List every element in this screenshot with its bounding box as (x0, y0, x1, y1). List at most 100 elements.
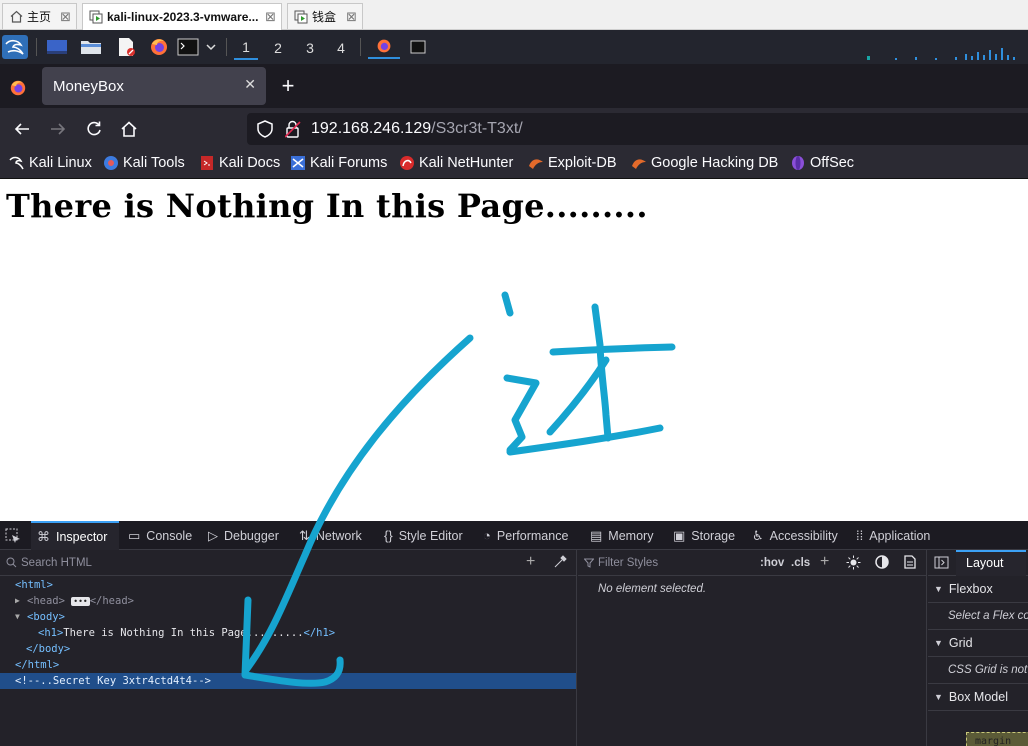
tab-style-editor[interactable]: {} Style Editor (384, 521, 463, 550)
collapse-arrow-icon: ▼ (934, 584, 943, 594)
eyedropper-icon[interactable] (554, 555, 567, 571)
tab-storage[interactable]: ▣ Storage (673, 521, 735, 550)
show-desktop-icon[interactable] (45, 35, 69, 59)
tab-performance[interactable]: ◔ Performance (483, 521, 568, 550)
nethunter-icon (399, 155, 415, 171)
collapse-arrow-icon[interactable]: ▼ (15, 609, 20, 625)
bookmark-label: Kali Linux (29, 155, 92, 171)
tab-console[interactable]: ▭ Console (128, 521, 192, 550)
node-comment-selected[interactable]: <!--..Secret Key 3xtr4ctd4t4--> (0, 673, 576, 689)
firefox-launcher-icon[interactable] (147, 35, 171, 59)
vm-tab-moneybox[interactable]: 钱盒 ⊠ (287, 3, 363, 29)
html-tree: <html> ▶ <head> ••• </head> ▼ <body> <h1>… (0, 576, 576, 689)
bookmark-kali-forums[interactable]: Kali Forums (290, 155, 387, 171)
filter-styles-input[interactable]: Filter Styles (598, 557, 658, 569)
cls-toggle[interactable]: .cls (791, 557, 810, 569)
vm-tab-kali[interactable]: kali-linux-2023.3-vmware... ⊠ (82, 3, 282, 30)
tab-debugger[interactable]: ▷ Debugger (208, 521, 279, 550)
hov-toggle[interactable]: :hov (760, 557, 784, 569)
kali-docs-icon (199, 155, 215, 171)
close-icon[interactable]: ⊠ (265, 9, 276, 25)
tab-layout[interactable]: Layout (956, 550, 1026, 576)
reload-icon[interactable] (83, 118, 105, 140)
element-picker-icon[interactable] (5, 521, 21, 550)
bookmark-ghdb[interactable]: Google Hacking DB (631, 155, 778, 171)
browser-tab-moneybox[interactable]: MoneyBox ✕ (42, 67, 266, 105)
tab-network[interactable]: ⇅ Network (299, 521, 362, 550)
tab-memory[interactable]: ▤ Memory (590, 521, 653, 550)
workspace-2[interactable]: 2 (266, 36, 290, 60)
expand-arrow-icon[interactable]: ▶ (15, 593, 20, 609)
node-head[interactable]: ▶ <head> ••• </head> (0, 593, 576, 609)
style-editor-icon: {} (384, 528, 393, 543)
workspace-3[interactable]: 3 (298, 36, 322, 60)
add-rule-icon[interactable]: + (820, 553, 829, 571)
bookmark-exploit-db[interactable]: Exploit-DB (528, 155, 617, 171)
bookmarks-toolbar: Kali Linux Kali Tools Kali Docs Kali For… (0, 150, 1028, 179)
vm-tab-label: kali-linux-2023.3-vmware... (107, 10, 259, 24)
flexbox-section-header[interactable]: ▼ Flexbox (928, 576, 1028, 603)
vm-tab-label: 主页 (27, 10, 52, 24)
print-media-icon[interactable] (904, 555, 916, 572)
debugger-icon: ▷ (208, 527, 218, 543)
vm-running-icon (294, 10, 308, 24)
bookmark-label: Exploit-DB (548, 155, 617, 171)
console-icon: ▭ (128, 527, 141, 543)
tab-accessibility[interactable]: ♿ Accessibility (752, 521, 838, 550)
kali-dragon-icon (9, 155, 25, 171)
collapse-arrow-icon: ▼ (934, 638, 943, 648)
node-body-close[interactable]: </body> (0, 641, 576, 657)
url-bar[interactable]: 192.168.246.129/S3cr3t-T3xt/ (247, 113, 1028, 145)
bookmark-label: Google Hacking DB (651, 155, 779, 171)
search-html-input[interactable]: Search HTML (21, 557, 92, 569)
taskbar-firefox-icon[interactable] (368, 35, 400, 59)
kali-menu-icon[interactable] (2, 35, 28, 59)
bookmark-kali-nethunter[interactable]: Kali NetHunter (399, 155, 513, 171)
text-editor-icon[interactable] (114, 35, 138, 59)
forward-icon[interactable] (47, 118, 69, 140)
bookmark-offsec[interactable]: OffSec (790, 155, 854, 171)
bookmark-label: Kali Forums (310, 155, 388, 171)
taskbar-terminal-icon[interactable] (406, 35, 430, 59)
terminal-icon[interactable] (177, 35, 199, 59)
node-html[interactable]: <html> (0, 577, 576, 593)
tab-inspector[interactable]: ⌘ Inspector (31, 521, 119, 550)
box-model-section-header[interactable]: ▼ Box Model (928, 684, 1028, 711)
flexbox-hint: Select a Flex co (928, 603, 1028, 630)
workspace-1[interactable]: 1 (234, 36, 258, 60)
bookmark-kali-linux[interactable]: Kali Linux (9, 155, 92, 171)
shield-icon[interactable] (257, 120, 273, 138)
tab-application[interactable]: ⁞⁞ Application (856, 521, 930, 550)
file-manager-icon[interactable] (79, 35, 103, 59)
bookmark-kali-docs[interactable]: Kali Docs (199, 155, 280, 171)
workspace-4[interactable]: 4 (329, 36, 353, 60)
url-path: /S3cr3t-T3xt/ (431, 120, 523, 137)
vm-tab-home[interactable]: 主页 ⊠ (2, 3, 77, 29)
node-body[interactable]: ▼ <body> (0, 609, 576, 625)
ellipsis-icon[interactable]: ••• (71, 596, 90, 606)
devtools-toolbar: ⌘ Inspector ▭ Console ▷ Debugger ⇅ Network {… (0, 521, 1028, 550)
vmware-tab-strip: 主页 ⊠ kali-linux-2023.3-vmware... ⊠ 钱盒 ⊠ (0, 0, 1028, 30)
chevron-down-icon[interactable] (203, 35, 219, 59)
browser-tab-title: MoneyBox (53, 77, 124, 95)
page-content: There is Nothing In this Page......... (0, 179, 1028, 521)
add-node-icon[interactable]: + (526, 553, 535, 571)
close-icon[interactable]: ✕ (244, 76, 256, 93)
back-icon[interactable] (11, 118, 33, 140)
light-theme-icon[interactable] (846, 555, 861, 573)
new-tab-button[interactable]: + (277, 73, 299, 98)
secret-key-comment: <!--..Secret Key 3xtr4ctd4t4--> (15, 675, 211, 687)
close-icon[interactable]: ⊠ (346, 9, 357, 25)
filter-styles-row: Filter Styles :hov .cls + (578, 550, 926, 576)
sidebar-tabs: Layout (928, 550, 1028, 576)
insecure-lock-icon[interactable] (285, 120, 301, 138)
node-html-close[interactable]: </html> (0, 657, 576, 673)
close-icon[interactable]: ⊠ (60, 9, 71, 25)
grid-section-header[interactable]: ▼ Grid (928, 630, 1028, 657)
node-h1[interactable]: <h1>There is Nothing In this Page.......… (0, 625, 576, 641)
toggle-sidebar-icon[interactable] (934, 556, 949, 574)
home-icon[interactable] (118, 118, 140, 140)
bookmark-kali-tools[interactable]: Kali Tools (103, 155, 185, 171)
firefox-view-icon[interactable] (8, 76, 28, 100)
dark-theme-icon[interactable] (875, 555, 889, 572)
